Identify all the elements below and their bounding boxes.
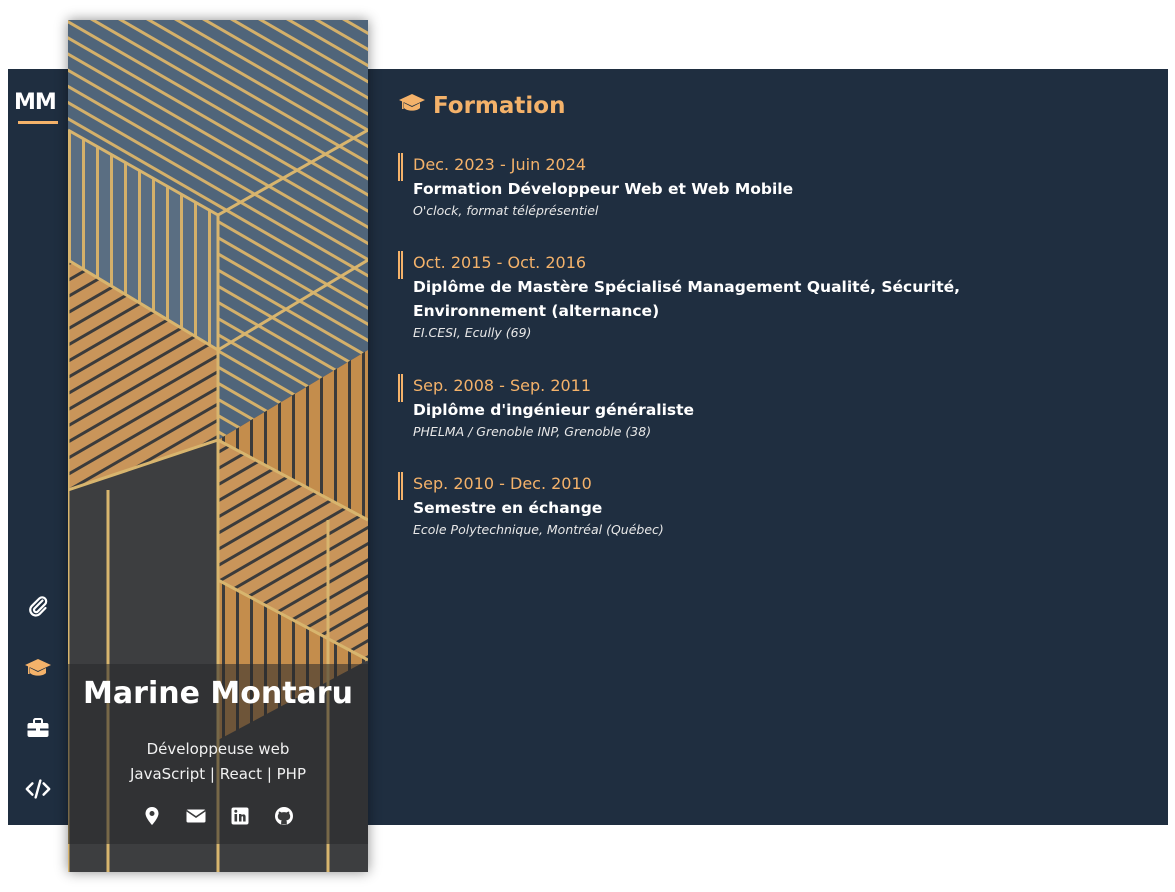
contact-links [68,806,368,826]
entry-date: Sep. 2010 - Dec. 2010 [413,474,592,493]
entry-title: Diplôme de Mastère Spécialisé Management… [413,278,961,320]
timeline-marker [398,374,403,402]
entry-school: O'clock, format téléprésentiel [413,203,599,218]
entry-school: EI.CESI, Ecully (69) [413,325,532,340]
education-entry: Sep. 2008 - Sep. 2011 Diplôme d'ingénieu… [398,374,1118,442]
entry-title: Formation Développeur Web et Web Mobile [413,180,794,198]
entry-date: Dec. 2023 - Juin 2024 [413,155,587,174]
section-title: Formation [433,93,566,119]
logo[interactable]: MM [14,90,62,115]
entry-school: PHELMA / Grenoble INP, Grenoble (38) [413,424,652,439]
timeline-marker [398,153,403,181]
profile-role: Développeuse web [146,740,290,758]
profile-name: Marine Montaru [83,676,353,711]
profile-text-layer: Marine Montaru Développeuse web JavaScri… [68,20,368,872]
briefcase-icon[interactable] [24,715,52,741]
entry-title: Semestre en échange [413,499,603,517]
timeline-marker [398,251,403,279]
entry-date: Oct. 2015 - Oct. 2016 [413,253,587,272]
timeline-marker [398,472,403,500]
education-entry: Oct. 2015 - Oct. 2016 Diplôme de Mastère… [398,251,1118,343]
education-entry: Dec. 2023 - Juin 2024 Formation Développ… [398,153,1118,221]
education-entry: Sep. 2010 - Dec. 2010 Semestre en échang… [398,472,1118,540]
paperclip-icon[interactable] [24,593,52,619]
github-icon[interactable] [273,806,295,826]
email-icon[interactable] [185,806,207,826]
profile-stack: JavaScript | React | PHP [129,765,307,783]
code-icon[interactable] [24,776,52,802]
graduation-cap-icon[interactable] [24,655,52,681]
linkedin-icon[interactable] [229,806,251,826]
graduation-cap-icon [397,92,427,120]
logo-underline [18,121,58,124]
entry-date: Sep. 2008 - Sep. 2011 [413,376,592,395]
section-heading: Formation [397,92,565,120]
entry-school: Ecole Polytechnique, Montréal (Québec) [413,522,664,537]
location-icon[interactable] [141,806,163,826]
entry-title: Diplôme d'ingénieur généraliste [413,401,695,419]
